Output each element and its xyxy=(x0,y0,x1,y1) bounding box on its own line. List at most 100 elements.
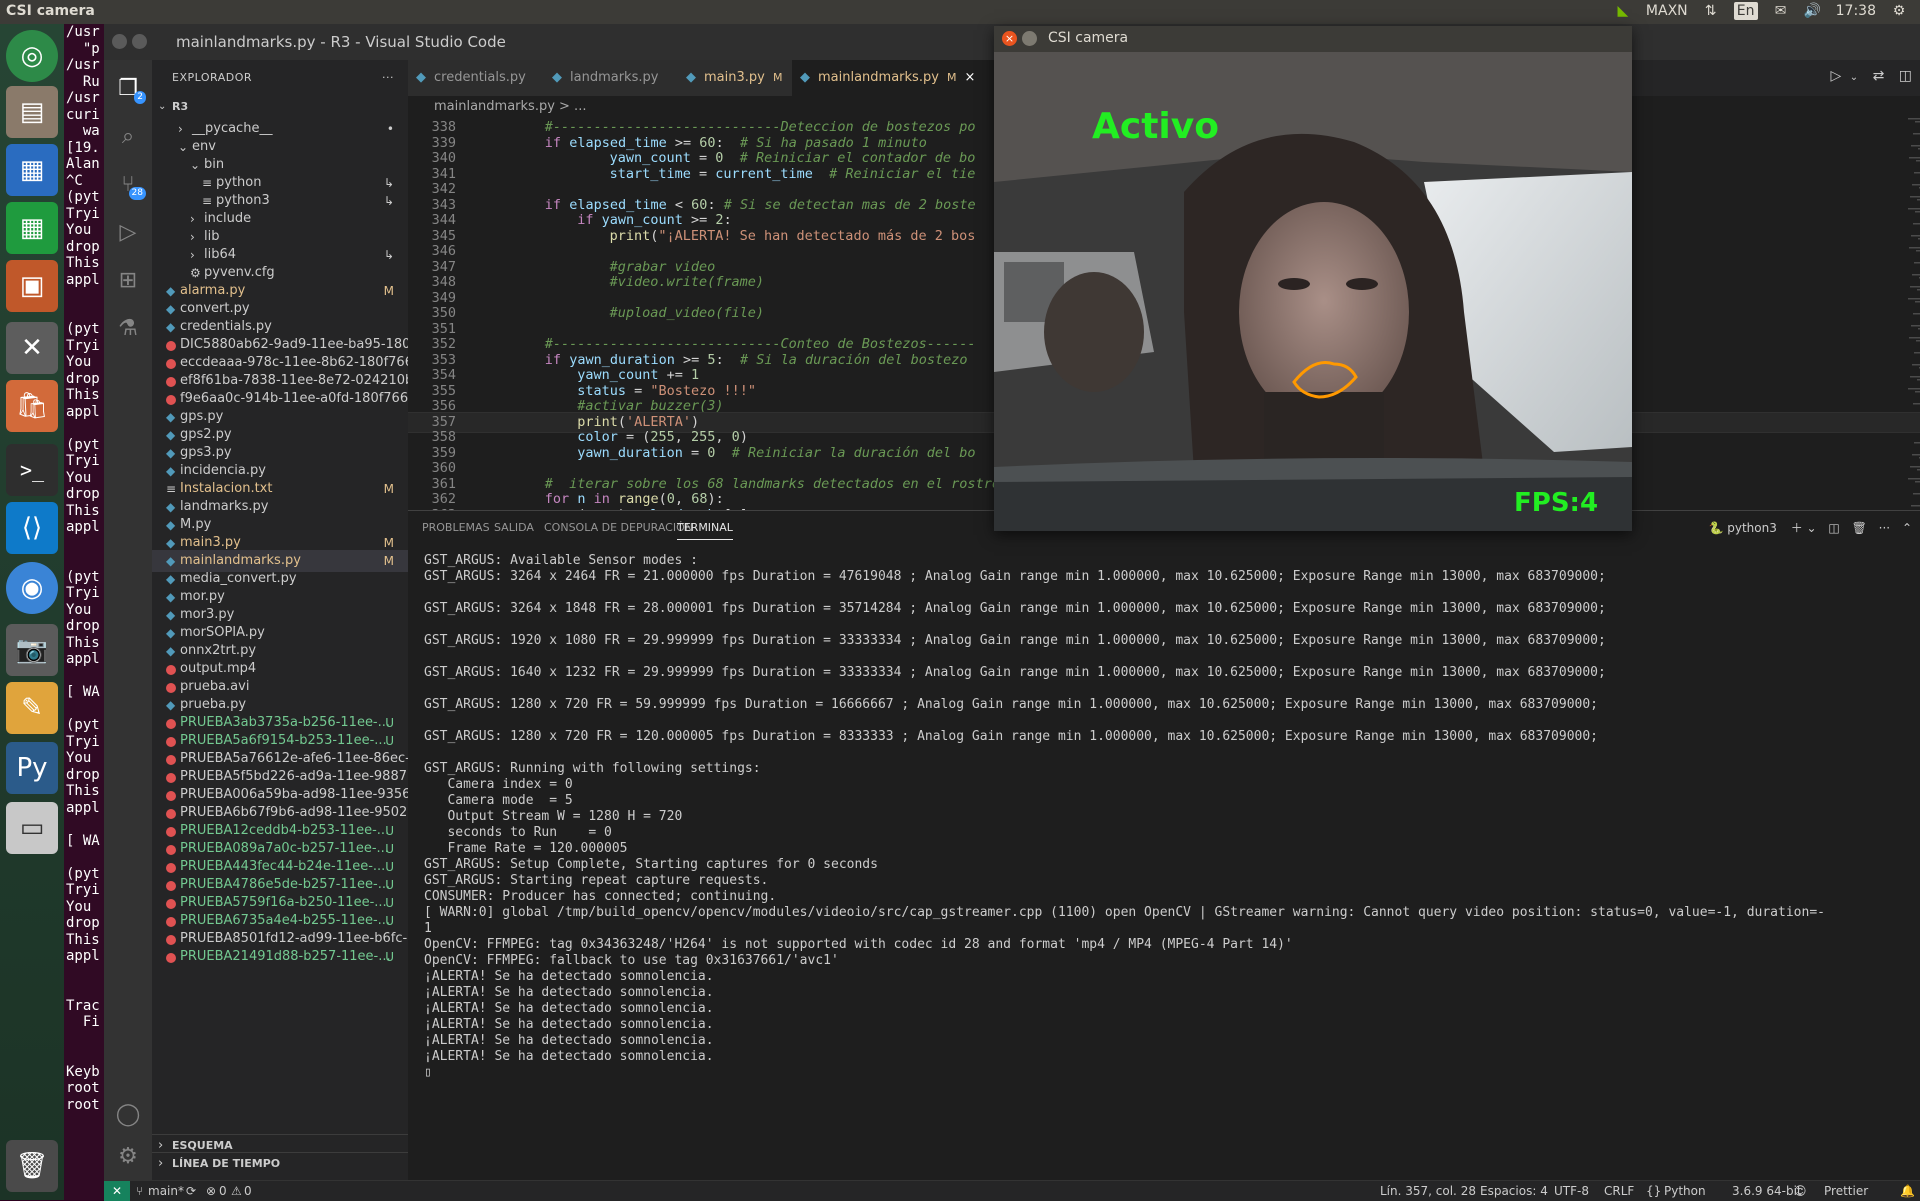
system-tray: ◣ MAXN ⇅ En ✉ 🔊 17:38 ⚙ xyxy=(1614,2,1908,20)
calc-icon[interactable]: ▦ xyxy=(6,202,58,254)
bg-terminal-line xyxy=(64,536,104,553)
keyboard-layout[interactable]: En xyxy=(1733,2,1758,20)
explorer-icon[interactable]: ❐ 2 xyxy=(112,72,146,104)
mail-icon[interactable]: ✉ xyxy=(1772,2,1790,20)
camera-close-button[interactable]: × xyxy=(1002,31,1017,46)
panel-tab-salida[interactable]: SALIDA xyxy=(494,521,534,534)
split-editor-icon[interactable]: ◫ xyxy=(1899,68,1912,84)
explorer-root[interactable]: ⌄ R3 xyxy=(152,96,408,118)
nvidia-icon[interactable]: ◣ xyxy=(1614,2,1632,20)
notifications-icon[interactable]: 🔔 xyxy=(1900,1184,1915,1198)
run-dropdown-icon[interactable]: ⌄ xyxy=(1850,72,1858,83)
tab-label: main3.py xyxy=(704,70,765,85)
drive-icon[interactable]: ▭ xyxy=(6,802,58,854)
terminal-line: GST_ARGUS: 1280 x 720 FR = 120.000005 fp… xyxy=(424,729,1598,744)
git-status: U xyxy=(385,950,394,964)
testing-icon[interactable]: ⚗ xyxy=(112,312,144,344)
bg-terminal-line: drop xyxy=(66,486,100,502)
bg-terminal-line xyxy=(64,816,104,833)
close-tab-icon[interactable]: × xyxy=(965,70,976,85)
new-terminal-icon[interactable]: ＋ xyxy=(1791,521,1803,535)
more-actions-icon[interactable]: ··· xyxy=(382,60,394,96)
system-settings-icon[interactable]: ✕ xyxy=(6,322,58,374)
window-close-button[interactable] xyxy=(112,34,127,49)
bg-terminal-line xyxy=(64,849,104,866)
chevron-right-icon: › xyxy=(158,1156,164,1171)
search-icon[interactable]: ⌕ xyxy=(112,120,144,152)
manage-gear-icon[interactable]: ⚙ xyxy=(112,1140,144,1172)
terminal-line: GST_ARGUS: 3264 x 2464 FR = 21.000000 fp… xyxy=(424,569,1606,584)
language-mode[interactable]: Python xyxy=(1664,1184,1706,1198)
terminal-icon[interactable]: >_ xyxy=(6,444,58,496)
prettier-status[interactable]: Prettier xyxy=(1824,1184,1868,1198)
bg-terminal-line: appl xyxy=(66,799,100,816)
csi-camera-window: × CSI camera Activo FPS:4 xyxy=(994,26,1632,531)
settings-gear-icon[interactable]: ⚙ xyxy=(1890,2,1908,20)
remote-icon[interactable]: ✕ xyxy=(104,1181,130,1201)
ubuntu-dash-icon[interactable]: ◎ xyxy=(6,30,58,82)
sync-icon[interactable]: ⟳ xyxy=(186,1184,196,1198)
python-icon[interactable]: Py xyxy=(6,742,58,794)
tab-mainlandmarks-py[interactable]: ◆ mainlandmarks.py M × xyxy=(792,60,1009,96)
run-debug-icon[interactable]: ▷ xyxy=(112,216,144,248)
encoding[interactable]: UTF-8 xyxy=(1554,1184,1589,1198)
bg-terminal-line: /usr xyxy=(66,57,100,73)
bg-terminal-line: Fi xyxy=(66,1014,100,1030)
panel-tab-problemas[interactable]: PROBLEMAS xyxy=(422,521,490,534)
terminal-dropdown-icon[interactable]: ⌄ xyxy=(1807,521,1817,535)
split-terminal-icon[interactable]: ◫ xyxy=(1828,521,1839,535)
git-branch[interactable]: main* xyxy=(148,1184,184,1198)
source-control-badge: 28 xyxy=(128,187,146,200)
volume-icon[interactable]: 🔊 xyxy=(1804,2,1822,20)
power-profile[interactable]: MAXN xyxy=(1646,2,1688,20)
background-terminal[interactable]: /usr "p/usr Ru/usr curi wa [19. Alan ^C (pyt T… xyxy=(64,24,104,1200)
bg-terminal-line: [ WA xyxy=(66,684,100,700)
terminal-line: ▯ xyxy=(424,1065,432,1080)
bg-terminal-line: This xyxy=(66,502,100,519)
bg-terminal-line: appl xyxy=(66,651,100,667)
more-icon[interactable]: ··· xyxy=(1879,521,1890,535)
errors-count[interactable]: 0 xyxy=(219,1184,227,1198)
warnings-count[interactable]: 0 xyxy=(244,1184,252,1198)
bg-terminal-line: This xyxy=(66,634,100,651)
writer-icon[interactable]: ▦ xyxy=(6,144,58,196)
end-of-line[interactable]: CRLF xyxy=(1604,1184,1634,1198)
run-icon[interactable]: ▷ xyxy=(1831,68,1842,84)
camera-frame xyxy=(994,52,1632,531)
explorer-file[interactable]: PRUEBA21491d88-b257-11ee-... U xyxy=(152,946,408,968)
panel-tab-consola-de-depuraci-n[interactable]: CONSOLA DE DEPURACIÓN xyxy=(544,521,693,534)
camera-minimize-button[interactable] xyxy=(1022,31,1037,46)
files-icon[interactable]: ▤ xyxy=(6,86,58,138)
bg-terminal-line: Trac xyxy=(66,997,100,1014)
chromium-icon[interactable]: ◉ xyxy=(6,562,58,614)
camera-app-icon[interactable]: 📷 xyxy=(6,624,58,676)
python-interpreter[interactable]: 3.6.9 64-bit xyxy=(1732,1184,1802,1198)
extensions-icon[interactable]: ⊞ xyxy=(112,264,144,296)
software-center-icon[interactable]: 🛍 xyxy=(6,380,58,432)
terminal-profile[interactable]: python3 xyxy=(1727,521,1777,535)
cursor-position[interactable]: Lín. 357, col. 28 xyxy=(1380,1184,1476,1198)
maximize-panel-icon[interactable]: ⌃ xyxy=(1902,521,1912,535)
feedback-icon[interactable]: ☺ xyxy=(1794,1184,1807,1198)
account-icon[interactable]: ◯ xyxy=(112,1098,144,1130)
terminal-output[interactable]: GST_ARGUS: Available Sensor modes : GST_A… xyxy=(424,553,1914,1081)
activity-bar: ❐ 2 ⌕ ⑂ 28 ▷ ⊞ ⚗ ◯ ⚙ xyxy=(104,60,152,1180)
clock[interactable]: 17:38 xyxy=(1836,2,1876,20)
text-editor-icon[interactable]: ✎ xyxy=(6,682,58,734)
source-control-icon[interactable]: ⑂ 28 xyxy=(112,168,146,200)
indentation[interactable]: Espacios: 4 xyxy=(1480,1184,1548,1198)
explorer-section[interactable]: › LÍNEA DE TIEMPO xyxy=(152,1152,408,1175)
errors-icon: ⊗ xyxy=(206,1184,217,1198)
vscode-icon[interactable]: ⟨⟩ xyxy=(6,502,58,554)
bg-terminal-line: root xyxy=(66,1080,100,1096)
network-icon[interactable]: ⇅ xyxy=(1702,2,1720,20)
panel-tab-terminal[interactable]: TERMINAL xyxy=(677,521,733,540)
terminal-line: OpenCV: FFMPEG: fallback to use tag 0x31… xyxy=(424,953,839,968)
trash-icon[interactable]: 🗑 xyxy=(6,1140,58,1192)
kill-terminal-icon[interactable]: 🗑 xyxy=(1852,521,1867,535)
impress-icon[interactable]: ▣ xyxy=(6,260,58,312)
compare-icon[interactable]: ⇄ xyxy=(1873,68,1885,84)
window-minimize-button[interactable] xyxy=(132,34,147,49)
